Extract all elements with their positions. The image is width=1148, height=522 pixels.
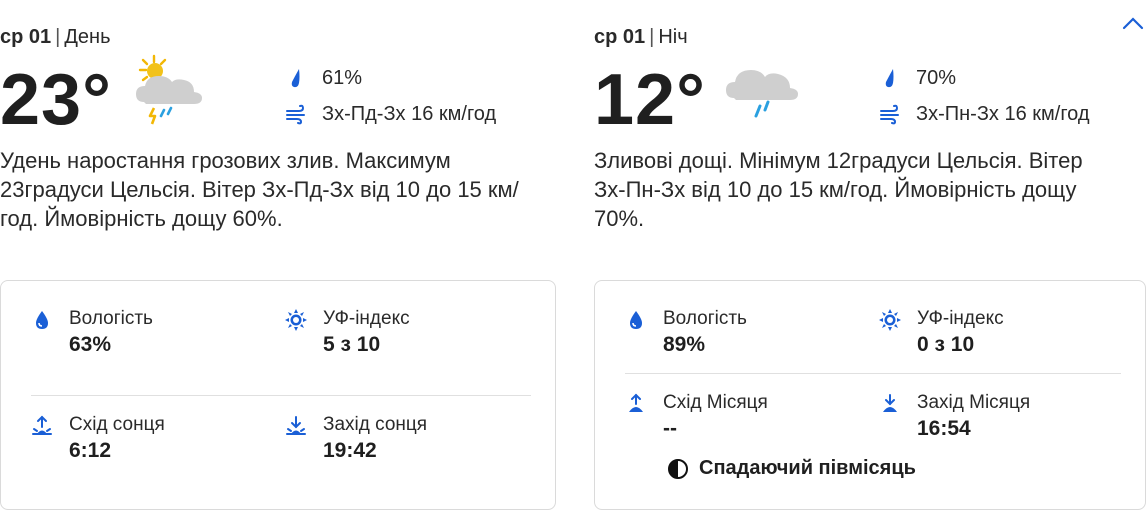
day-forecast-panel: ср 01 | День 23° 61% Зх-Пд-Зх 16 км/год Уд…: [0, 0, 560, 522]
uv-label: УФ-індекс: [917, 308, 1004, 329]
sunrise-icon: [32, 415, 52, 435]
night-temperature: 12°: [594, 60, 706, 140]
humidity-label: Вологість: [69, 308, 153, 329]
day-sunrise: Схід сонця 6:12: [31, 413, 165, 465]
details-divider: [625, 373, 1121, 374]
moonrise-value: --: [663, 417, 677, 440]
night-details-card: Вологість 89% УФ-індекс 0 з 10 Схід Місяця…: [594, 280, 1146, 510]
night-uv: УФ-індекс 0 з 10: [879, 307, 1004, 359]
raindrop-icon: [291, 69, 300, 88]
night-rain-chance: 70%: [878, 66, 956, 90]
uv-sun-icon: [879, 309, 901, 331]
day-wind: Зх-Пд-Зх 16 км/год: [284, 102, 496, 126]
day-temperature: 23°: [0, 60, 112, 140]
sunset-value: 19:42: [323, 439, 377, 462]
humidity-value: 63%: [69, 333, 112, 356]
waning-crescent-moon-icon: [668, 458, 688, 479]
sunrise-value: 6:12: [69, 439, 112, 462]
day-details-card: Вологість 63% УФ-індекс 5 з 10 Схід сонця 6…: [0, 280, 556, 510]
moon-phase-label: Спадаючий півмісяць: [699, 457, 916, 479]
night-moonset: Захід Місяця 16:54: [879, 391, 1030, 443]
night-wind: Зх-Пн-Зх 16 км/год: [878, 102, 1090, 126]
night-date: ср 01: [594, 26, 646, 48]
wind-icon: [880, 104, 899, 125]
night-moonrise: Схід Місяця --: [625, 391, 768, 443]
day-description: Удень наростання грозових злив. Максимум…: [0, 148, 519, 231]
night-forecast-panel: ср 01 | Ніч 12° 70% Зх-Пн-Зх 16 км/год Зли…: [594, 0, 1148, 522]
moonrise-icon: [629, 393, 643, 412]
moon-phase: Спадаючий півмісяць: [667, 457, 916, 480]
day-wind-value: Зх-Пд-Зх 16 км/год: [322, 102, 497, 125]
day-sunset: Захід сонця 19:42: [285, 413, 427, 465]
day-uv: УФ-індекс 5 з 10: [285, 307, 410, 359]
day-humidity: Вологість 63%: [31, 307, 153, 359]
uv-value: 5 з 10: [323, 333, 381, 356]
moonrise-label: Схід Місяця: [663, 392, 768, 413]
night-period: Ніч: [658, 26, 688, 48]
humidity-label: Вологість: [663, 308, 747, 329]
uv-value: 0 з 10: [917, 333, 975, 356]
raindrop-icon: [885, 69, 894, 88]
night-wind-value: Зх-Пн-Зх 16 км/год: [916, 102, 1090, 125]
moonset-value: 16:54: [917, 417, 971, 440]
humidity-drop-icon: [630, 311, 642, 329]
night-date-line: ср 01 | Ніч: [594, 26, 688, 48]
uv-sun-icon: [285, 309, 307, 331]
humidity-drop-icon: [36, 311, 48, 329]
humidity-value: 89%: [663, 333, 706, 356]
sunrise-label: Схід сонця: [69, 414, 165, 435]
sunset-label: Захід сонця: [323, 414, 428, 435]
day-date-line: ср 01 | День: [0, 26, 111, 48]
moonset-icon: [883, 394, 897, 412]
day-rain-value: 61%: [322, 66, 363, 89]
uv-label: УФ-індекс: [323, 308, 410, 329]
night-description: Зливові дощі. Мінімум 12градуси Цельсія.…: [594, 148, 1083, 231]
day-date: ср 01: [0, 26, 52, 48]
wind-icon: [286, 104, 305, 125]
day-period: День: [64, 26, 111, 48]
moonset-label: Захід Місяця: [917, 392, 1031, 413]
rain-cloud-icon: [726, 70, 798, 118]
thunderstorm-sun-icon: [136, 54, 202, 125]
night-humidity: Вологість 89%: [625, 307, 747, 359]
sunset-icon: [286, 416, 306, 435]
details-divider: [31, 395, 531, 396]
night-rain-value: 70%: [916, 66, 957, 89]
day-rain-chance: 61%: [284, 66, 362, 90]
